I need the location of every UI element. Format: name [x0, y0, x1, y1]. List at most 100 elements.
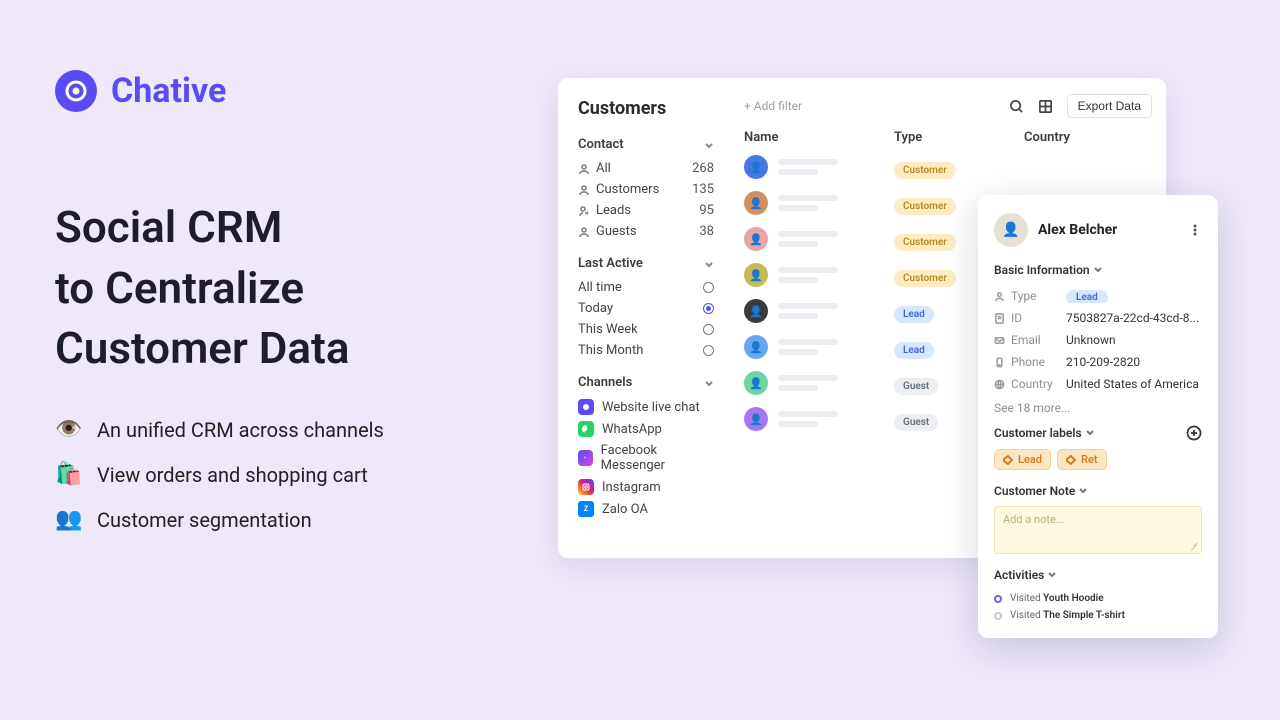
info-row-id: ID 7503827a-22cd-43cd-8...: [994, 307, 1202, 329]
last-active-this-week[interactable]: This Week: [578, 319, 714, 340]
last-active-section-header[interactable]: Last Active: [578, 256, 714, 271]
name-placeholder: [778, 159, 838, 175]
avatar: 👤: [744, 371, 768, 395]
avatar: 👤: [744, 191, 768, 215]
avatar: 👤: [744, 335, 768, 359]
label-chip[interactable]: Ret: [1057, 449, 1107, 470]
column-country[interactable]: Country: [1024, 130, 1152, 145]
name-placeholder: [778, 231, 838, 247]
sidebar-title: Customers: [578, 98, 714, 119]
website-chat-icon: [578, 399, 594, 415]
contact-filter-customers[interactable]: Customers 135: [578, 179, 714, 200]
person-arrow-icon: [578, 205, 590, 217]
channel-zalo[interactable]: Z Zalo OA: [578, 498, 714, 520]
person-icon: [578, 163, 590, 175]
detail-avatar: 👤: [994, 213, 1028, 247]
name-placeholder: [778, 411, 838, 427]
search-icon[interactable]: [1009, 99, 1024, 114]
radio-icon: [703, 324, 714, 335]
chevron-down-icon: [1079, 487, 1087, 495]
customer-table-header: Name Type Country: [744, 130, 1152, 145]
chevron-down-icon: [704, 259, 714, 269]
channel-whatsapp[interactable]: WhatsApp: [578, 418, 714, 440]
info-row-type: Type Lead: [994, 285, 1202, 307]
resize-handle-icon[interactable]: [1188, 540, 1198, 550]
crm-toolbar: + Add filter Export Data: [744, 94, 1152, 118]
channels-section-header[interactable]: Channels: [578, 375, 714, 390]
chevron-down-icon: [704, 378, 714, 388]
customer-note-section-header[interactable]: Customer Note: [994, 484, 1202, 498]
radio-icon: [703, 345, 714, 356]
name-placeholder: [778, 375, 838, 391]
radio-icon: [703, 282, 714, 293]
avatar: 👤: [744, 407, 768, 431]
column-name[interactable]: Name: [744, 130, 894, 145]
chevron-down-icon: [1086, 429, 1094, 437]
contact-filter-all[interactable]: All 268: [578, 158, 714, 179]
add-label-icon[interactable]: [1186, 425, 1202, 441]
tag-icon: [1066, 455, 1076, 465]
activities-section-header[interactable]: Activities: [994, 568, 1202, 582]
add-filter-button[interactable]: + Add filter: [744, 99, 802, 113]
zalo-icon: Z: [578, 501, 594, 517]
bullet-segmentation: 👥 Customer segmentation: [55, 497, 485, 542]
shopping-bags-icon: 🛍️: [55, 462, 79, 487]
crm-sidebar: Customers Contact All 268 Customers 135 …: [558, 78, 730, 558]
type-badge: Guest: [894, 414, 938, 431]
contact-filter-guests[interactable]: Guests 38: [578, 221, 714, 242]
phone-icon: [994, 357, 1005, 368]
radio-selected-icon: [703, 303, 714, 314]
person-icon: [578, 184, 590, 196]
channel-website[interactable]: Website live chat: [578, 396, 714, 418]
avatar: 👤: [744, 155, 768, 179]
id-icon: [994, 313, 1005, 324]
tag-icon: [1003, 455, 1013, 465]
people-icon: 👥: [55, 507, 79, 532]
hero-bullet-list: 👁️ An unified CRM across channels 🛍️ Vie…: [55, 407, 485, 542]
last-active-today[interactable]: Today: [578, 298, 714, 319]
customer-note-textarea[interactable]: Add a note...: [994, 506, 1202, 554]
hero-column: Chative Social CRM to Centralize Custome…: [55, 70, 485, 542]
person-outline-icon: [578, 226, 590, 238]
contact-filter-leads[interactable]: Leads 95: [578, 200, 714, 221]
brand-logo-icon: [55, 70, 97, 112]
last-active-all-time[interactable]: All time: [578, 277, 714, 298]
label-chip[interactable]: Lead: [994, 449, 1051, 470]
channel-instagram[interactable]: Instagram: [578, 476, 714, 498]
chevron-down-icon: [1048, 571, 1056, 579]
bullet-unified: 👁️ An unified CRM across channels: [55, 407, 485, 452]
instagram-icon: [578, 479, 594, 495]
last-active-this-month[interactable]: This Month: [578, 340, 714, 361]
type-badge: Customer: [894, 234, 956, 251]
avatar: 👤: [744, 263, 768, 287]
avatar: 👤: [744, 299, 768, 323]
see-more-link[interactable]: See 18 more...: [994, 401, 1202, 415]
more-menu-icon[interactable]: [1188, 223, 1202, 237]
activity-item: Visited Youth Hoodie: [994, 590, 1202, 607]
brand: Chative: [55, 70, 485, 112]
mail-icon: [994, 335, 1005, 346]
channel-facebook-messenger[interactable]: Facebook Messenger: [578, 440, 714, 476]
avatar: 👤: [744, 227, 768, 251]
layout-grid-icon[interactable]: [1038, 99, 1053, 114]
column-type[interactable]: Type: [894, 130, 1024, 145]
customer-labels-section-header[interactable]: Customer labels: [994, 426, 1094, 440]
brand-name: Chative: [111, 71, 226, 111]
customer-row[interactable]: 👤Customer: [744, 155, 1152, 179]
activities-list: Visited Youth Hoodie Visited The Simple …: [994, 590, 1202, 624]
export-data-button[interactable]: Export Data: [1067, 94, 1152, 118]
name-placeholder: [778, 303, 838, 319]
name-placeholder: [778, 267, 838, 283]
chevron-down-icon: [1094, 266, 1102, 274]
basic-info-section-header[interactable]: Basic Information: [994, 263, 1202, 277]
hero-title: Social CRM to Centralize Customer Data: [55, 197, 485, 379]
chevron-down-icon: [704, 140, 714, 150]
type-badge: Lead: [1066, 290, 1108, 303]
info-row-email: Email Unknown: [994, 329, 1202, 351]
note-placeholder: Add a note...: [1003, 513, 1065, 526]
info-row-phone: Phone 210-209-2820: [994, 351, 1202, 373]
type-badge: Lead: [894, 306, 934, 323]
globe-icon: [994, 379, 1005, 390]
contact-section-header[interactable]: Contact: [578, 137, 714, 152]
type-badge: Guest: [894, 378, 938, 395]
